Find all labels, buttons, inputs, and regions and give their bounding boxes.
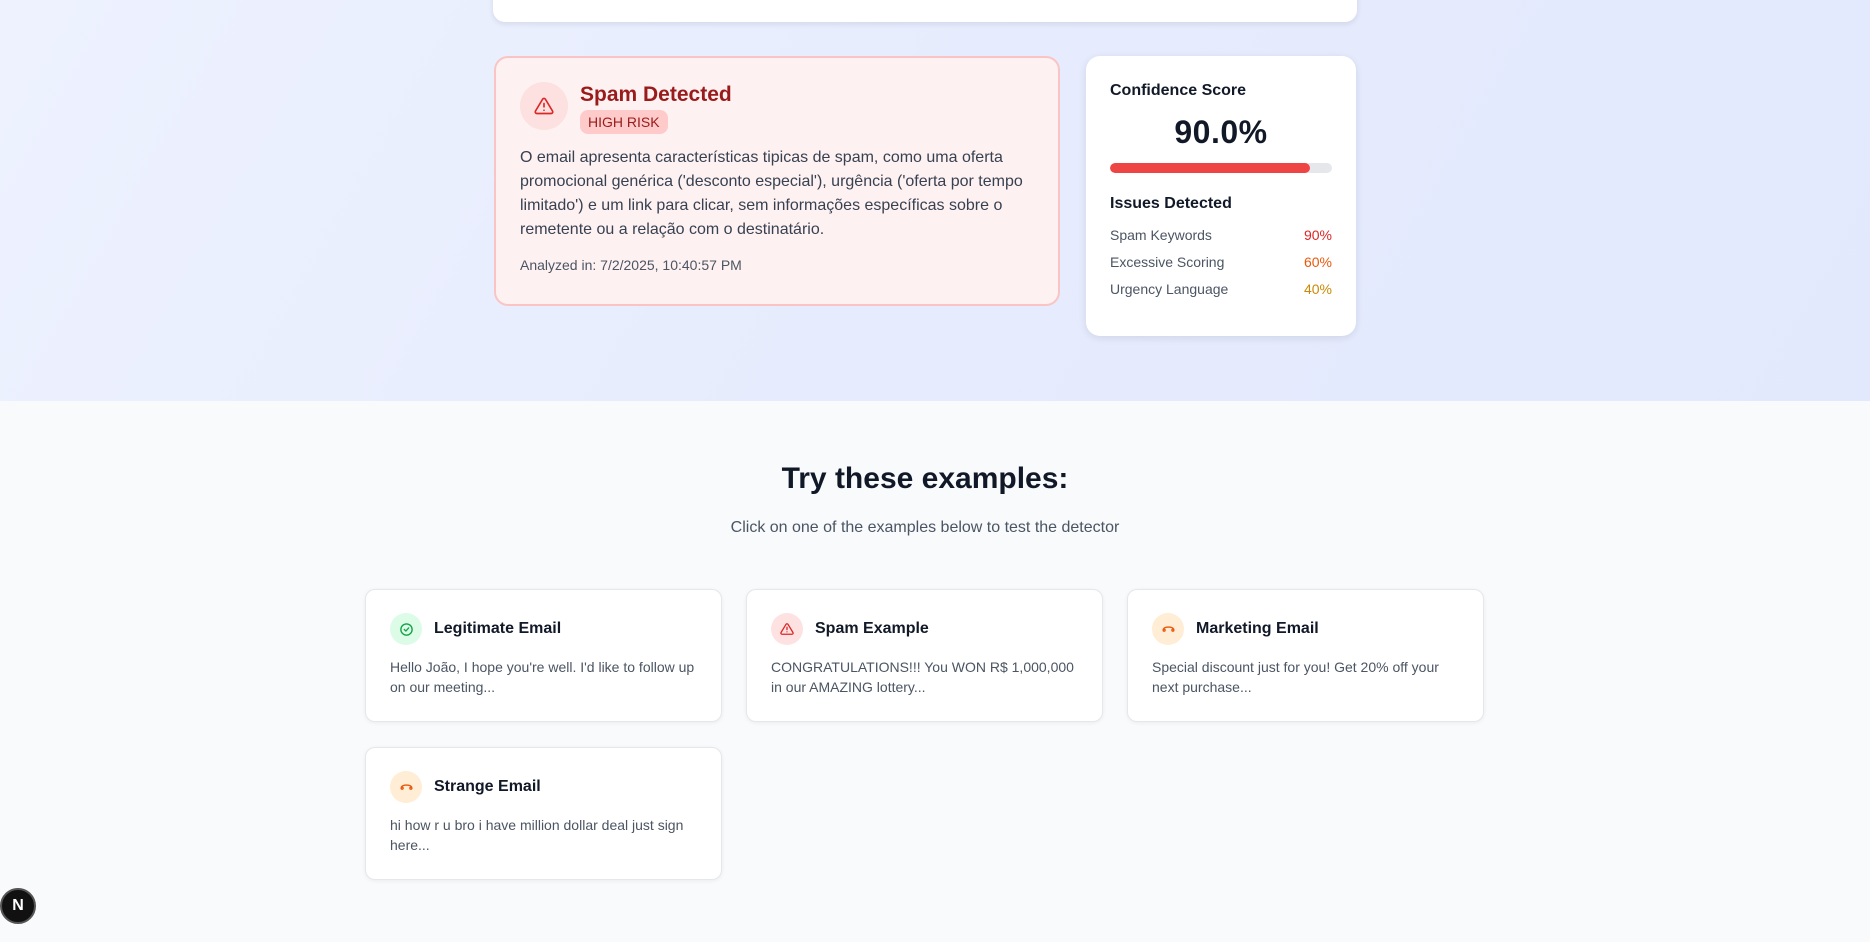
warning-triangle-icon — [520, 82, 568, 130]
input-card — [493, 0, 1357, 22]
example-title: Spam Example — [815, 620, 929, 637]
risk-badge: HIGH RISK — [580, 110, 668, 134]
issue-label: Spam Keywords — [1110, 227, 1212, 243]
example-text: hi how r u bro i have million dollar dea… — [390, 817, 684, 853]
issue-label: Urgency Language — [1110, 281, 1229, 297]
example-card-marketing[interactable]: Marketing Email Special discount just fo… — [1127, 589, 1484, 722]
phone-icon — [390, 771, 422, 803]
result-title: Spam Detected — [580, 83, 732, 106]
dev-tools-badge[interactable]: N — [0, 888, 36, 924]
example-title: Marketing Email — [1196, 620, 1319, 637]
example-title: Legitimate Email — [434, 620, 562, 637]
example-text: Special discount just for you! Get 20% o… — [1152, 659, 1439, 695]
issue-value: 90% — [1303, 227, 1332, 243]
issue-row: Excessive Scoring 60% — [1110, 254, 1332, 270]
warning-triangle-icon — [771, 613, 803, 645]
issue-row: Spam Keywords 90% — [1110, 227, 1332, 243]
result-description: O email apresenta características tipica… — [520, 149, 1023, 238]
example-text: CONGRATULATIONS!!! You WON R$ 1,000,000 … — [771, 659, 1074, 695]
issue-value: 40% — [1303, 281, 1332, 297]
examples-subtitle: Click on one of the examples below to te… — [730, 519, 1120, 536]
issues-title: Issues Detected — [1110, 195, 1232, 212]
example-card-spam[interactable]: Spam Example CONGRATULATIONS!!! You WON … — [746, 589, 1103, 722]
example-card-strange[interactable]: Strange Email hi how r u bro i have mill… — [365, 747, 722, 880]
confidence-bar-fill — [1110, 163, 1310, 173]
issue-value: 60% — [1303, 254, 1332, 270]
result-header: Spam Detected HIGH RISK — [520, 82, 1034, 134]
check-circle-icon — [390, 613, 422, 645]
confidence-value: 90.0% — [1174, 114, 1268, 150]
confidence-bar — [1110, 163, 1332, 173]
result-card: Spam Detected HIGH RISK O email apresent… — [494, 56, 1060, 306]
issue-row: Urgency Language 40% — [1110, 281, 1332, 297]
phone-icon — [1152, 613, 1184, 645]
example-title: Strange Email — [434, 778, 541, 795]
analyzed-timestamp: Analyzed in: 7/2/2025, 10:40:57 PM — [520, 257, 742, 273]
issue-label: Excessive Scoring — [1110, 254, 1225, 270]
examples-title: Try these examples: — [781, 462, 1069, 495]
example-card-legitimate[interactable]: Legitimate Email Hello João, I hope you'… — [365, 589, 722, 722]
confidence-title: Confidence Score — [1110, 82, 1247, 99]
confidence-card: Confidence Score 90.0% Issues Detected S… — [1086, 56, 1356, 336]
issues-list: Spam Keywords 90% Excessive Scoring 60% … — [1110, 227, 1332, 297]
example-text: Hello João, I hope you're well. I'd like… — [390, 659, 695, 695]
